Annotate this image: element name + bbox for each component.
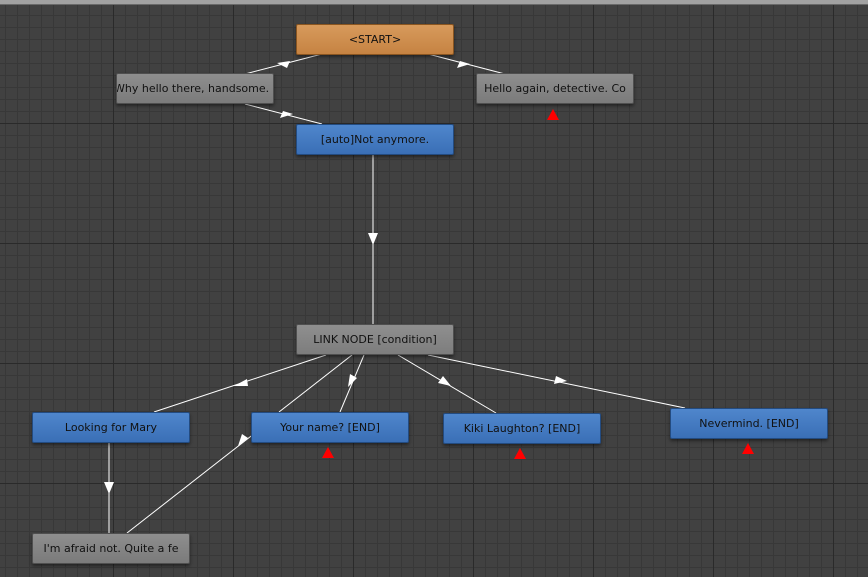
response-node-label: [auto]Not anymore. <box>320 133 430 146</box>
response-node-not-anymore[interactable]: [auto]Not anymore. <box>296 124 454 155</box>
response-node-looking-for-mary[interactable]: Looking for Mary <box>32 412 190 443</box>
arrowhead-icon <box>438 376 451 386</box>
link-node-label: LINK NODE [condition] <box>313 333 437 346</box>
dialogue-node-label: Hello again, detective. Co <box>484 82 626 95</box>
response-node-nevermind[interactable]: Nevermind. [END] <box>670 408 828 439</box>
response-node-label: Kiki Laughton? [END] <box>463 422 581 435</box>
link-node[interactable]: LINK NODE [condition] <box>296 324 454 355</box>
response-node-label: Your name? [END] <box>280 421 380 434</box>
response-node-kiki-laughton[interactable]: Kiki Laughton? [END] <box>443 413 601 444</box>
arrowhead-icon <box>104 482 114 494</box>
dialogue-node-label: I'm afraid not. Quite a fe <box>43 542 179 555</box>
arrowhead-icon <box>234 379 248 386</box>
warning-icon <box>322 447 334 458</box>
start-node[interactable]: <START> <box>296 24 454 55</box>
start-node-label: <START> <box>348 33 402 46</box>
response-node-label: Looking for Mary <box>64 421 158 434</box>
response-node-label: Nevermind. [END] <box>699 417 799 430</box>
response-node-your-name[interactable]: Your name? [END] <box>251 412 409 443</box>
edge-link-to-your-name-b <box>339 354 365 413</box>
arrowhead-icon <box>368 233 378 245</box>
warning-icon <box>742 443 754 454</box>
arrowhead-icon <box>280 111 293 118</box>
arrowhead-icon <box>277 61 290 68</box>
warning-icon <box>514 448 526 459</box>
edge-link-to-your-name <box>278 354 353 413</box>
edge-afraid-to-your-name <box>126 432 256 534</box>
dialogue-node-why-hello[interactable]: Why hello there, handsome. <box>116 73 274 104</box>
warning-icon <box>547 109 559 120</box>
dialogue-node-hello-again[interactable]: Hello again, detective. Co <box>476 73 634 104</box>
dialogue-node-label: Why hello there, handsome. <box>116 82 270 95</box>
dialogue-node-afraid-not[interactable]: I'm afraid not. Quite a fe <box>32 533 190 564</box>
